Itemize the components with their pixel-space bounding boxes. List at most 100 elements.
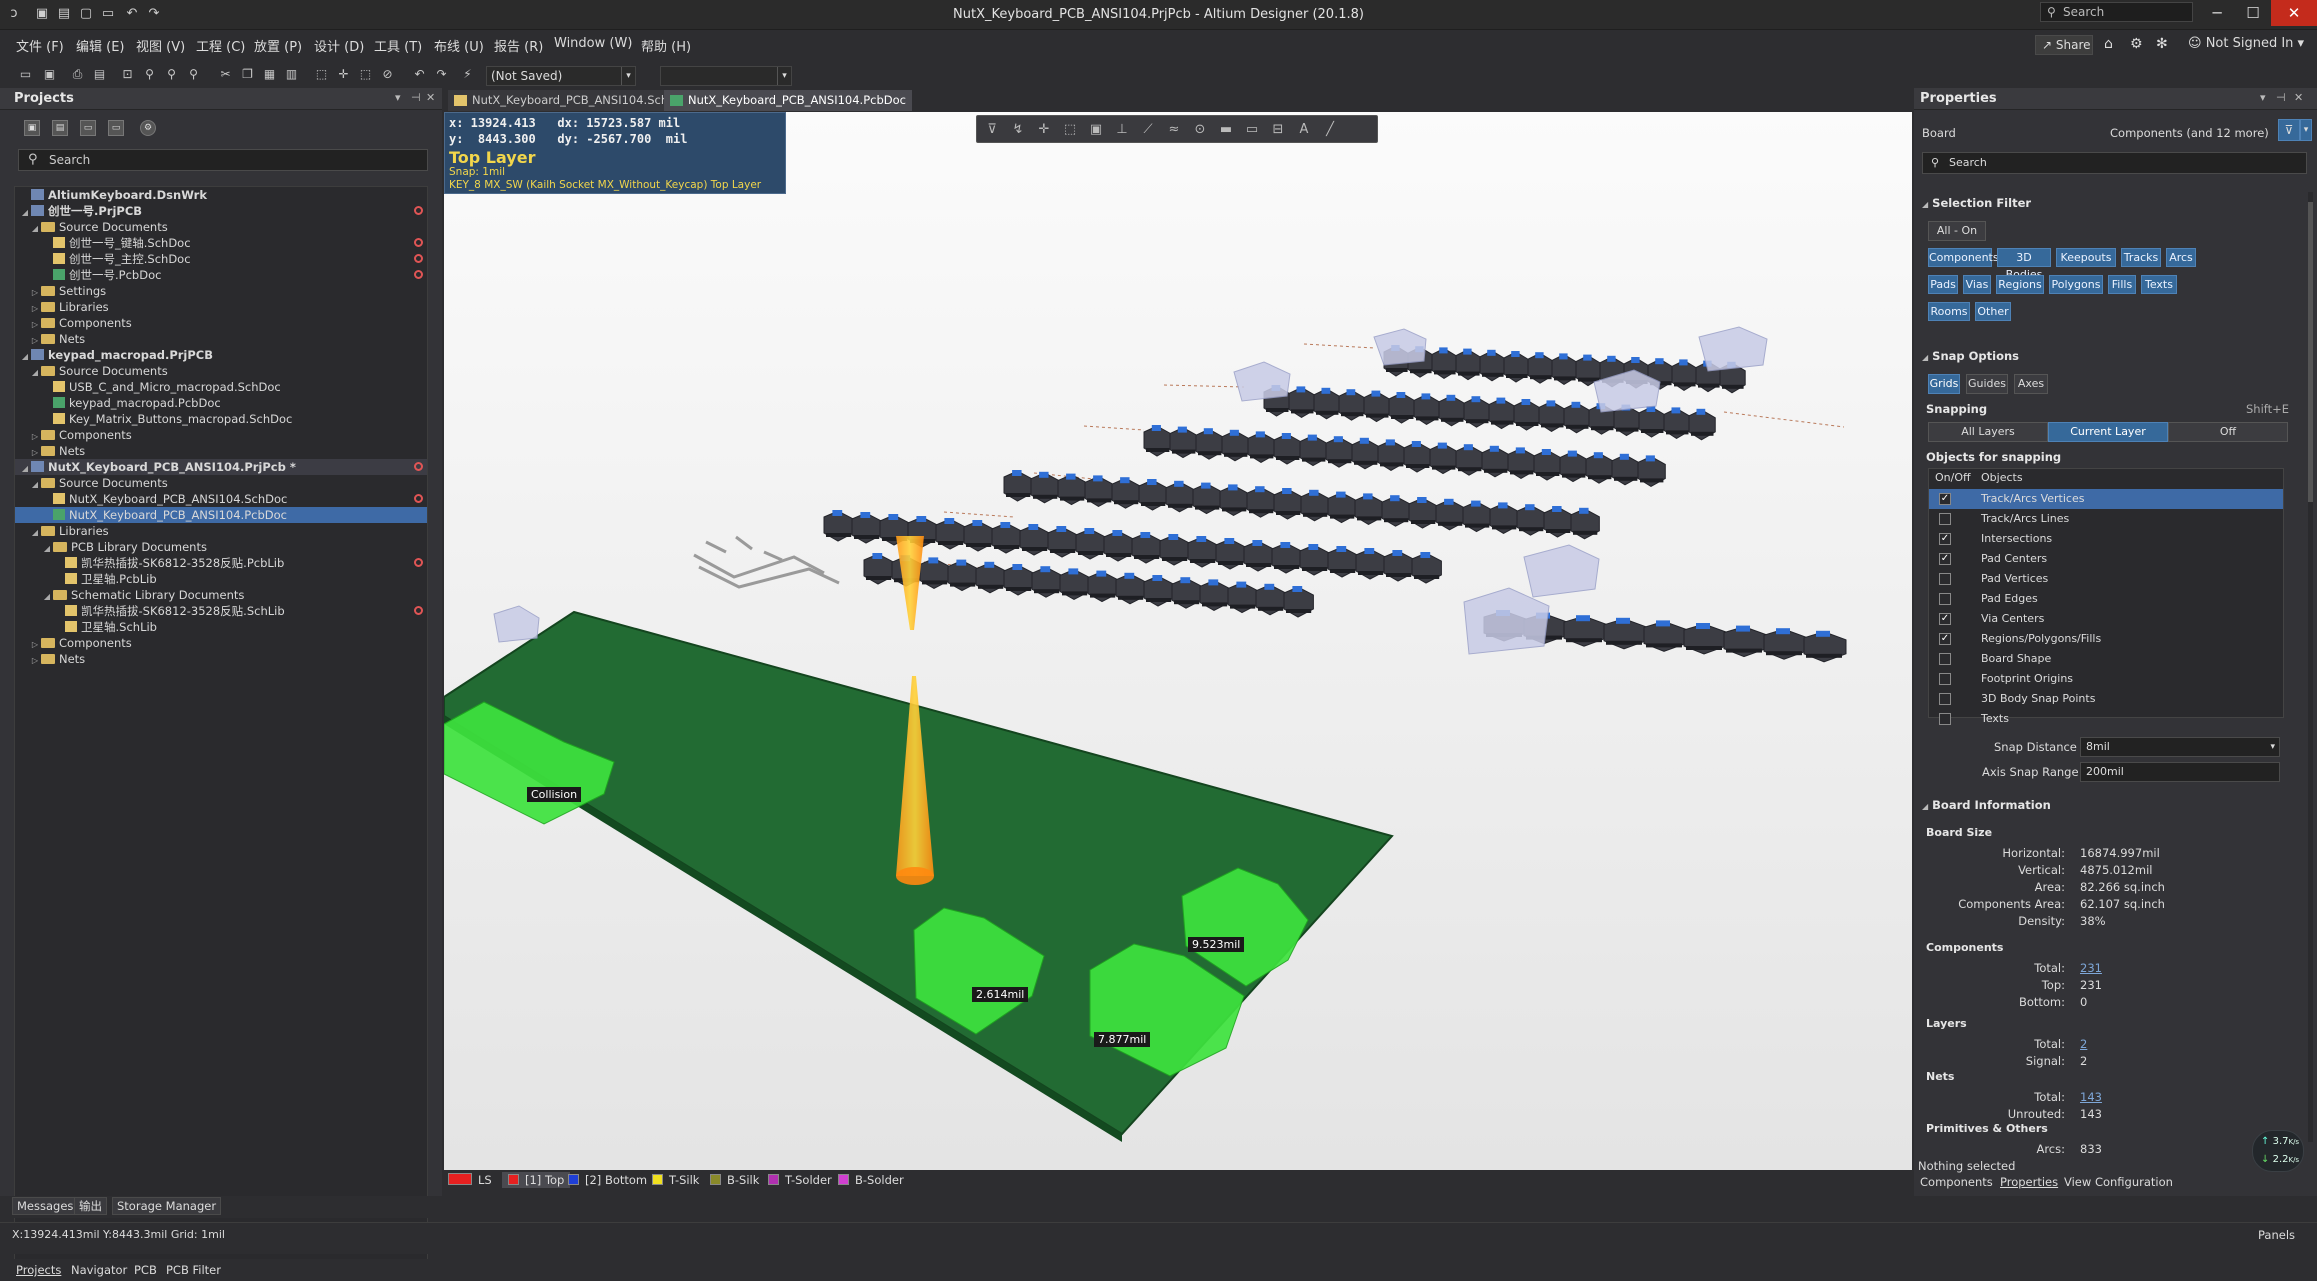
maximize-button[interactable]: ☐ [2230, 0, 2276, 26]
dimension-icon[interactable]: ⊟ [1269, 121, 1287, 139]
layers-total-value[interactable]: 2 [2080, 1037, 2087, 1051]
global-search-input[interactable]: ⚲ Search [2040, 2, 2193, 22]
menu-reports[interactable]: 报告 (R) [494, 36, 543, 55]
snap-object-row[interactable]: ✓ Via Centers [1929, 609, 2283, 629]
save-state-combo[interactable]: (Not Saved) ▾ [486, 66, 636, 86]
expand-arrow-icon[interactable]: ▷ [29, 653, 41, 669]
tab-schdoc[interactable]: NutX_Keyboard_PCB_ANSI104.SchDoc [448, 90, 697, 111]
all-on-button[interactable]: All - On [1928, 221, 1986, 241]
menu-place[interactable]: 放置 (P) [254, 36, 302, 55]
tree-item[interactable]: ◢ NutX_Keyboard_PCB_ANSI104.PrjPcb * [15, 459, 427, 475]
toolbar-combo[interactable]: ▾ [660, 66, 792, 86]
menu-help[interactable]: 帮助 (H) [641, 36, 691, 55]
filter-button[interactable]: Other [1975, 302, 2011, 321]
snap-off[interactable]: Off [2168, 422, 2288, 442]
nets-total-value[interactable]: 143 [2080, 1090, 2102, 1104]
checkbox[interactable] [1939, 513, 1951, 525]
snap-object-row[interactable]: ✓ Intersections [1929, 529, 2283, 549]
account-menu[interactable]: ☺ Not Signed In ▾ [2188, 36, 2304, 51]
snap-object-row[interactable]: Pad Edges [1929, 589, 2283, 609]
chevron-down-icon[interactable]: ▾ [2300, 119, 2312, 141]
deselect-icon[interactable]: ⬚ [358, 67, 373, 82]
zoom-selected-icon[interactable]: ⚲ [164, 67, 179, 82]
snap-object-row[interactable]: Track/Arcs Lines [1929, 509, 2283, 529]
polygon-icon[interactable]: ▭ [1243, 121, 1261, 139]
zoom-area-icon[interactable]: ⚲ [142, 67, 157, 82]
checkbox[interactable]: ✓ [1939, 633, 1951, 645]
rubber-stamp-icon[interactable]: ▥ [284, 67, 299, 82]
filter-button[interactable]: Pads [1928, 275, 1958, 294]
snap-distance-field[interactable]: 8mil ▾ [2080, 737, 2280, 757]
tree-item[interactable]: ◢ Libraries [15, 523, 427, 539]
layer-tab[interactable]: [1] Top [502, 1172, 571, 1188]
tab-components[interactable]: Components [1920, 1175, 1993, 1189]
close-icon[interactable]: ✕ [2294, 91, 2303, 104]
panel-menu-icon[interactable]: ▾ [395, 91, 401, 104]
section-snap-options[interactable]: ◢ Snap Options [1922, 349, 2019, 363]
zoom-fit-icon[interactable]: ⊡ [120, 67, 135, 82]
text-icon[interactable]: A [1295, 121, 1313, 139]
clear-filter-icon[interactable]: ⊘ [380, 67, 395, 82]
tab-pcb[interactable]: PCB [134, 1263, 157, 1277]
tree-item[interactable]: 卫星轴.SchLib [15, 619, 427, 635]
filter-button[interactable]: Vias [1963, 275, 1991, 294]
move-icon[interactable]: ✛ [1035, 121, 1053, 139]
properties-search-input[interactable]: ⚲ Search [1922, 152, 2307, 174]
snap-object-row[interactable]: 3D Body Snap Points [1929, 689, 2283, 709]
panels-button[interactable]: Panels [2258, 1228, 2295, 1242]
projects-search-input[interactable]: ⚲ Search [18, 149, 428, 171]
checkbox[interactable] [1939, 673, 1951, 685]
tree-item[interactable]: ◢ Source Documents [15, 219, 427, 235]
checkbox[interactable] [1939, 693, 1951, 705]
region-icon[interactable]: ▬ [1217, 121, 1235, 139]
paste-icon[interactable]: ▦ [262, 67, 277, 82]
snap-object-row[interactable]: Footprint Origins [1929, 669, 2283, 689]
tree-item[interactable]: Key_Matrix_Buttons_macropad.SchDoc [15, 411, 427, 427]
tree-item[interactable]: 凯华热插拔-SK6812-3528反贴.SchLib [15, 603, 427, 619]
checkbox[interactable]: ✓ [1939, 613, 1951, 625]
print-preview-icon[interactable]: ▤ [92, 67, 107, 82]
tab-pcbdoc[interactable]: NutX_Keyboard_PCB_ANSI104.PcbDoc [664, 90, 912, 111]
diff-pair-icon[interactable]: ≈ [1165, 121, 1183, 139]
tab-output[interactable]: 输出 [74, 1197, 107, 1215]
checkbox[interactable] [1939, 573, 1951, 585]
close-icon[interactable]: ✕ [426, 91, 435, 104]
axis-snap-field[interactable]: 200mil [2080, 762, 2280, 782]
open-folder-icon[interactable]: ▭ [18, 67, 33, 82]
filter-button[interactable]: Texts [2141, 275, 2177, 294]
tree-item[interactable]: USB_C_and_Micro_macropad.SchDoc [15, 379, 427, 395]
tab-properties[interactable]: Properties [2000, 1175, 2058, 1189]
filter-button[interactable]: Arcs [2166, 248, 2196, 267]
filter-button[interactable]: Polygons [2049, 275, 2103, 294]
via-icon[interactable]: ⊙ [1191, 121, 1209, 139]
snap-grids-button[interactable]: Grids [1928, 374, 1960, 394]
folder-icon[interactable]: ▭ [108, 120, 124, 136]
checkbox[interactable] [1939, 653, 1951, 665]
select-area-icon[interactable]: ⬚ [314, 67, 329, 82]
checkbox[interactable] [1939, 593, 1951, 605]
menu-design[interactable]: 设计 (D) [314, 36, 364, 55]
home-icon[interactable]: ⌂ [2104, 36, 2113, 52]
tab-navigator[interactable]: Navigator [71, 1263, 127, 1277]
filter-button[interactable]: 3D Bodies [1997, 248, 2051, 281]
checkbox[interactable]: ✓ [1939, 533, 1951, 545]
menu-tools[interactable]: 工具 (T) [374, 36, 422, 55]
snap-guides-button[interactable]: Guides [1966, 374, 2008, 394]
tree-item[interactable]: ▷ Settings [15, 283, 427, 299]
filter-button[interactable]: Tracks [2121, 248, 2161, 267]
tree-item[interactable]: ▷ Components [15, 635, 427, 651]
tab-storage-manager[interactable]: Storage Manager [112, 1197, 222, 1215]
filter-button[interactable]: Components [1928, 248, 1999, 267]
filter-button[interactable]: Keepouts [2056, 248, 2116, 267]
tree-item[interactable]: 创世一号.PcbDoc [15, 267, 427, 283]
filter-icon[interactable]: ⊽ [983, 121, 1001, 139]
route-icon[interactable]: ↯ [1009, 121, 1027, 139]
filter-button[interactable]: Rooms [1928, 302, 1970, 321]
section-selection-filter[interactable]: ◢ Selection Filter [1922, 196, 2031, 210]
tree-item[interactable]: ◢ Source Documents [15, 475, 427, 491]
save-icon[interactable]: ▣ [42, 67, 57, 82]
filter-button[interactable]: Fills [2108, 275, 2136, 294]
print-icon[interactable]: ⎙ [70, 67, 85, 82]
tree-item[interactable]: ▷ Nets [15, 443, 427, 459]
select-icon[interactable]: ⬚ [1061, 121, 1079, 139]
